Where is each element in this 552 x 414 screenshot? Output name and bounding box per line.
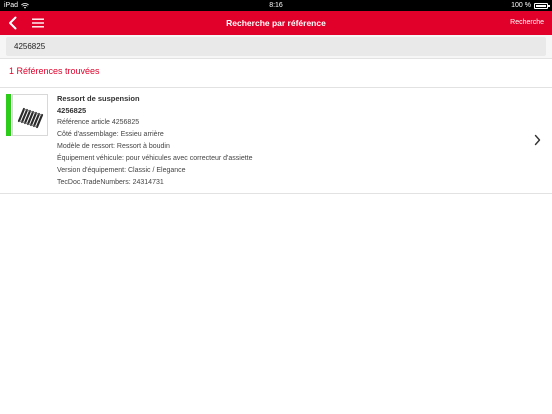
detail-line: TecDoc.TradeNumbers: 24314731 — [57, 179, 164, 186]
stock-indicator — [6, 94, 11, 136]
navigation-bar: Recherche par référence Recherche — [0, 11, 552, 35]
search-bar — [0, 35, 552, 59]
result-row[interactable]: Ressort de suspension 4256825 Référence … — [0, 88, 552, 193]
page-title: Recherche par référence — [226, 18, 326, 28]
status-time: 8:16 — [269, 2, 283, 9]
product-name: Ressort de suspension — [57, 94, 140, 103]
search-action-button[interactable]: Recherche — [510, 11, 544, 35]
chevron-right-icon[interactable] — [534, 134, 541, 146]
status-bar: iPad 8:16 100 % — [0, 0, 552, 11]
product-thumbnail — [12, 94, 48, 136]
detail-line: Modèle de ressort: Ressort à boudin — [57, 143, 170, 150]
status-right: 100 % — [511, 0, 550, 11]
detail-line: Côté d'assemblage: Essieu arrière — [57, 131, 164, 138]
product-reference: 4256825 — [57, 106, 87, 115]
battery-level: 100 % — [511, 2, 531, 9]
detail-line: Version d'équipement: Classic / Elegance — [57, 167, 186, 174]
result-details: Ressort de suspension 4256825 Référence … — [57, 93, 253, 189]
detail-line: Référence article 4256825 — [57, 119, 140, 126]
reference-search-input[interactable] — [6, 37, 546, 56]
battery-icon — [534, 2, 550, 9]
divider — [0, 193, 552, 194]
coil-spring-image — [17, 107, 44, 129]
detail-line: Équipement véhicule: pour véhicules avec… — [57, 155, 253, 162]
results-count: 1 Références trouvées — [9, 66, 100, 76]
